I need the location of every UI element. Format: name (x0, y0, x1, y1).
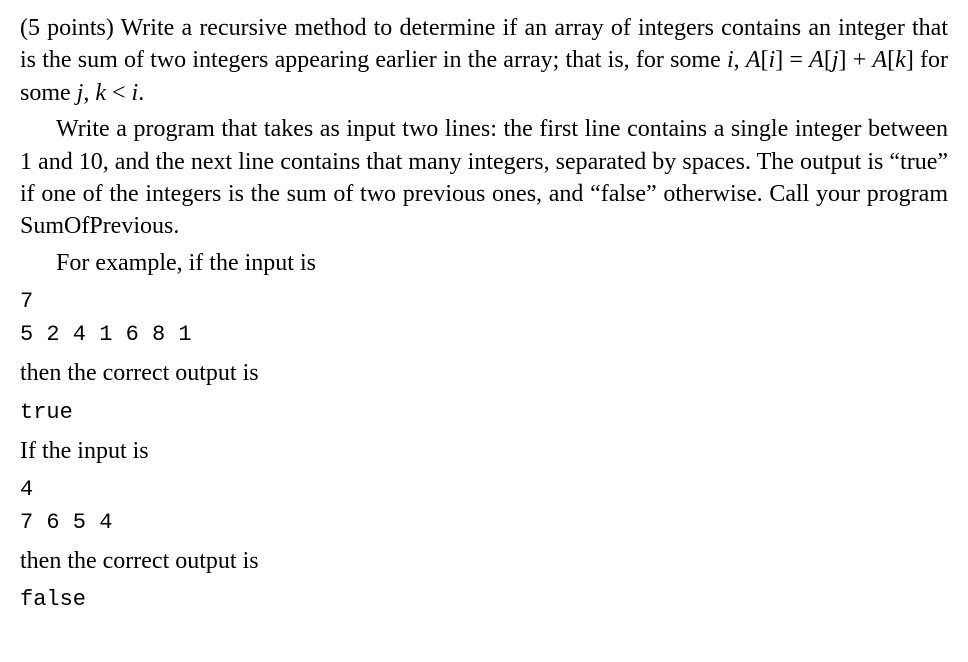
math-var-k: k (895, 47, 906, 73)
example-2-output-value: false (20, 583, 948, 616)
math-A1: A (746, 47, 761, 73)
math-eq: = (783, 47, 809, 73)
paragraph-4: then the correct output is (20, 357, 948, 389)
math-A3: A (872, 47, 887, 73)
text-input-label-2: If the input is (20, 438, 149, 464)
math-plus: + (847, 47, 873, 73)
example-1-input: 7 5 2 4 1 6 8 1 (20, 285, 948, 351)
example-1-line-2: 5 2 4 1 6 8 1 (20, 318, 948, 351)
math-var-j: j (832, 47, 839, 73)
text-program-desc: Write a program that takes as input two … (20, 116, 948, 239)
math-bracket-open-3: [ (887, 47, 895, 73)
math-comma: , (83, 80, 95, 106)
example-1-output-value: true (20, 396, 948, 429)
paragraph-5: If the input is (20, 435, 948, 467)
math-bracket-open: [ (761, 47, 769, 73)
math-lt: < (106, 80, 132, 106)
paragraph-6: then the correct output is (20, 545, 948, 577)
text-output-label-1: then the correct output is (20, 360, 259, 386)
math-A2: A (809, 47, 824, 73)
example-2-line-1: 4 (20, 473, 948, 506)
paragraph-2: Write a program that takes as input two … (20, 113, 948, 243)
text-period: . (138, 80, 144, 106)
math-bracket-open-2: [ (824, 47, 832, 73)
paragraph-3: For example, if the input is (20, 247, 948, 279)
math-var-i: i (727, 47, 734, 73)
example-2-input: 4 7 6 5 4 (20, 473, 948, 539)
example-2-line-2: 7 6 5 4 (20, 506, 948, 539)
paragraph-1: (5 points) Write a recursive method to d… (20, 12, 948, 109)
math-bracket-close: ] (775, 47, 783, 73)
math-bracket-close-3: ] (906, 47, 914, 73)
example-1-output: true (20, 396, 948, 429)
math-var-k2: k (95, 80, 106, 106)
example-2-output: false (20, 583, 948, 616)
example-1-line-1: 7 (20, 285, 948, 318)
text-output-label-2: then the correct output is (20, 548, 259, 574)
math-bracket-close-2: ] (839, 47, 847, 73)
text-comma: , (734, 47, 746, 73)
text-example-intro: For example, if the input is (56, 250, 316, 276)
